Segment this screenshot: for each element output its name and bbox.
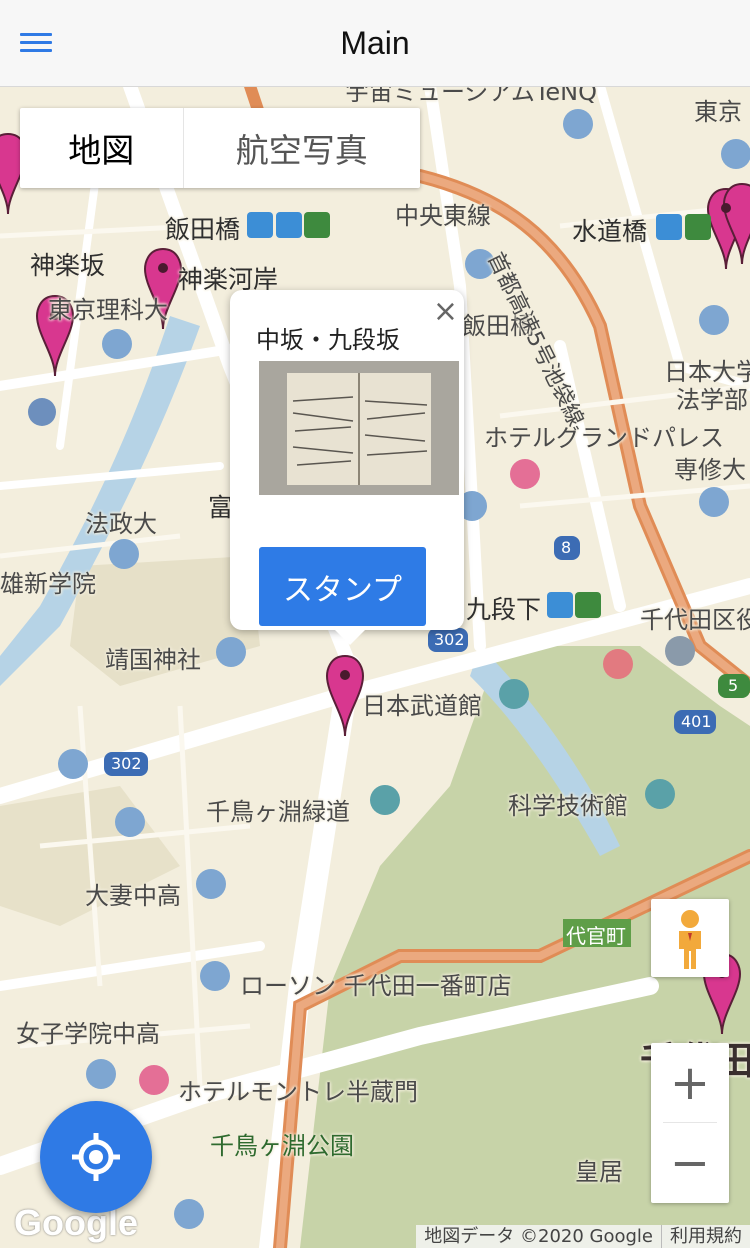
- zoom-out-button[interactable]: −: [651, 1123, 729, 1202]
- map-label: 水道橋: [572, 217, 648, 246]
- map-label: 女子学院中高: [16, 1020, 160, 1048]
- map-type-satellite-button[interactable]: 航空写真: [184, 108, 420, 188]
- route-shield: 302: [434, 630, 465, 649]
- map-label: 神楽坂: [30, 251, 106, 280]
- map-label: 飯田橋: [165, 215, 241, 244]
- map-label: 靖国神社: [105, 646, 201, 674]
- route-shield: 8: [561, 538, 572, 557]
- app-bar: Main: [0, 0, 750, 87]
- map-label: 東京理科大: [48, 296, 168, 324]
- map-view[interactable]: 飯田橋 中央東線 水道橋 神楽坂 神楽河岸 東京理科大 飯田橋 日本大学 法学部…: [0, 86, 750, 1248]
- map-label: 皇居: [575, 1158, 623, 1186]
- map-label: 東京: [694, 98, 742, 126]
- route-shield: 401: [681, 712, 712, 731]
- zoom-control: + −: [651, 1043, 729, 1203]
- map-label: 雄新学院: [0, 570, 96, 598]
- street-view-pegman-icon[interactable]: [651, 899, 729, 977]
- map-data-credit: 地図データ ©2020 Google: [424, 1226, 653, 1247]
- map-label: 法政大: [85, 510, 157, 538]
- route-shield: 302: [111, 754, 142, 773]
- map-label: 千鳥ヶ淵公園: [210, 1132, 354, 1160]
- map-label: 代官町: [566, 924, 626, 948]
- woodblock-print-book-image: [259, 361, 459, 495]
- map-label: 法学部: [676, 386, 748, 414]
- map-label: ホテルモントレ半蔵門: [178, 1078, 418, 1106]
- map-type-map-button[interactable]: 地図: [20, 108, 184, 188]
- popup-title: 中坂・九段坂: [256, 326, 400, 354]
- terms-link[interactable]: 利用規約: [661, 1225, 750, 1248]
- map-label: 千鳥ヶ淵緑道: [206, 798, 350, 826]
- map-label: ローソン 千代田一番町店: [240, 972, 512, 1000]
- map-label: ホテルグランドパレス: [484, 424, 724, 452]
- map-label: 中央東線: [395, 202, 491, 230]
- map-label: 千代田区役: [640, 606, 750, 634]
- map-label: 大妻中高: [85, 882, 181, 910]
- page-title: Main: [340, 24, 410, 61]
- zoom-in-button[interactable]: +: [651, 1043, 729, 1122]
- map-label: 九段下: [466, 595, 542, 624]
- map-label: 日本武道館: [362, 692, 482, 720]
- map-label: 科学技術館: [508, 792, 628, 820]
- map-attribution: 地図データ ©2020 Google 利用規約: [416, 1225, 750, 1248]
- info-window: × 中坂・九段坂 スタンプ: [230, 290, 464, 645]
- map-type-toggle: 地図 航空写真: [20, 108, 420, 188]
- close-icon[interactable]: ×: [433, 294, 458, 329]
- hamburger-menu-icon[interactable]: [20, 30, 52, 56]
- map-label: 専修大: [674, 456, 746, 484]
- stamp-button[interactable]: スタンプ: [259, 547, 426, 626]
- my-location-button[interactable]: [40, 1101, 152, 1213]
- crosshair-icon: [72, 1133, 120, 1181]
- route-shield: 5: [728, 676, 739, 695]
- map-label: 宇宙ミュージアムTeNQ: [345, 86, 598, 106]
